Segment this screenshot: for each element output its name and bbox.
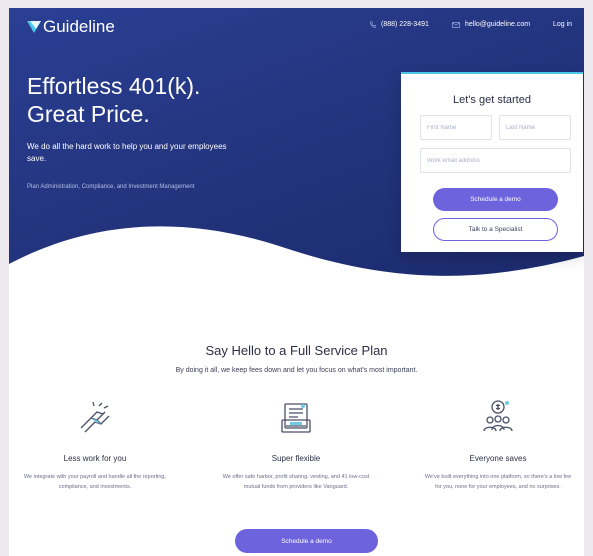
hero-headline-line2: Great Price. [27, 101, 150, 127]
mail-icon [452, 21, 460, 28]
handshake-icon [80, 401, 110, 433]
login-link-text: Log in [553, 21, 573, 28]
section-subtitle: By doing it all, we keep fees down and l… [175, 367, 418, 374]
section-title: Say Hello to a Full Service Plan [205, 343, 388, 358]
schedule-demo-button[interactable]: Schedule a demo [433, 188, 558, 211]
work-email-field[interactable] [420, 148, 571, 173]
logo[interactable]: Guideline [27, 17, 115, 37]
talk-to-specialist-button[interactable]: Talk to a Specialist [433, 218, 558, 241]
logo-mark-icon [27, 21, 41, 33]
signup-card-title: Let's get started [453, 94, 531, 106]
signup-card: Let's get started Schedule a demo Talk t… [401, 72, 583, 252]
schedule-demo-bottom-button[interactable]: Schedule a demo [235, 529, 378, 553]
hero-headline: Effortless 401(k). Great Price. [27, 72, 200, 128]
nav-phone-text: (888) 228-3491 [381, 21, 429, 28]
nav-email-text: hello@guideline.com [465, 21, 531, 28]
phone-icon [369, 21, 376, 28]
first-name-field[interactable] [420, 115, 492, 140]
feature-title: Everyone saves [469, 454, 527, 463]
last-name-field[interactable] [499, 115, 571, 140]
feature-description: We've built everything into one platform… [424, 474, 572, 490]
feature-everyone-saves: Everyone saves We've built everything in… [423, 398, 573, 490]
page: Guideline (888) 228-3491 hello@guideline… [9, 8, 584, 556]
people-savings-icon [483, 400, 513, 432]
hero-tagline: Plan Administration, Compliance, and Inv… [27, 184, 195, 190]
feature-less-work: Less work for you We integrate with your… [20, 398, 170, 490]
nav-phone[interactable]: (888) 228-3491 [369, 21, 429, 28]
nav-email[interactable]: hello@guideline.com [452, 21, 530, 28]
feature-description: We offer safe harbor, profit sharing, ve… [222, 474, 370, 490]
top-nav: Guideline (888) 228-3491 hello@guideline… [9, 8, 584, 44]
logo-text: Guideline [43, 17, 115, 36]
flexible-document-icon [281, 403, 311, 433]
feature-title: Super flexible [271, 454, 321, 463]
hero-headline-line1: Effortless 401(k). [27, 73, 201, 99]
feature-super-flexible: Super flexible We offer safe harbor, pro… [221, 398, 371, 490]
login-link[interactable]: Log in [553, 21, 572, 28]
feature-description: We integrate with your payroll and handl… [23, 474, 167, 490]
feature-title: Less work for you [63, 454, 127, 463]
hero-subtext: We do all the hard work to help you and … [27, 142, 227, 163]
